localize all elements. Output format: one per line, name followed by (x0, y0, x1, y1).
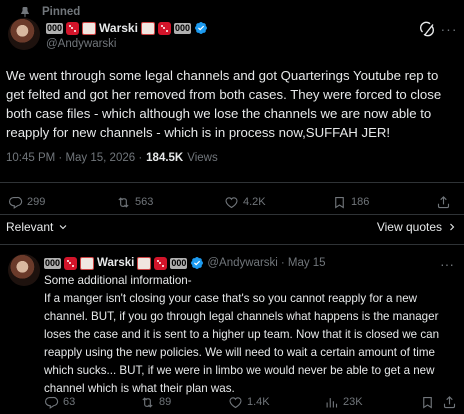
reply-like-count: 1.4K (247, 396, 270, 408)
divider (0, 182, 464, 183)
chevron-down-icon (59, 225, 67, 230)
reply-author-row: 000 Warski 000 @Andywarski · May 15 (44, 256, 326, 270)
reply-more-options-icon[interactable]: ··· (440, 256, 454, 272)
sort-label: Relevant (6, 220, 54, 234)
number-badge-emoji: 000 (46, 22, 64, 34)
box-emoji-icon (80, 256, 95, 270)
author-handle[interactable]: @Andywarski (46, 38, 116, 50)
pinned-label: Pinned (42, 6, 81, 18)
verified-badge-icon (194, 22, 207, 34)
repost-icon (142, 396, 153, 408)
tweet-meta: 10:45 PM · May 15, 2026 · 184.5K Views (6, 152, 218, 164)
bookmark-icon (335, 196, 344, 209)
number-badge-emoji: 000 (170, 257, 188, 269)
heart-icon (225, 196, 238, 208)
reply-text-line: If a manger isn't closing your case that… (44, 292, 440, 395)
number-badge-emoji: 000 (44, 257, 62, 269)
bookmark-button[interactable]: 186 (332, 195, 369, 210)
avatar[interactable] (8, 18, 40, 50)
verified-badge-icon (191, 257, 204, 269)
number-badge-emoji: 000 (173, 22, 191, 34)
repost-button[interactable]: 563 (116, 195, 153, 210)
dice-emoji-icon (64, 256, 78, 270)
dice-emoji-icon (157, 21, 171, 35)
bookmark-icon (423, 396, 432, 409)
view-quotes-link[interactable]: View quotes (377, 220, 458, 234)
author-name-row[interactable]: 000 Warski 000 (46, 21, 208, 35)
reply-reply-count: 63 (63, 396, 76, 408)
reply-handle[interactable]: @Andywarski (207, 257, 277, 269)
views-count: 184.5K (146, 152, 184, 164)
reply-repost-button[interactable]: 89 (140, 395, 171, 410)
divider (0, 244, 464, 245)
reply-icon (45, 396, 59, 409)
repost-icon (118, 196, 129, 208)
bookmark-count: 186 (351, 196, 370, 208)
dice-emoji-icon (154, 256, 168, 270)
pin-icon (12, 6, 38, 18)
replies-control-row: Relevant View quotes (6, 220, 458, 234)
dice-emoji-icon (66, 21, 80, 35)
reply-display-name[interactable]: Warski (97, 257, 134, 269)
reply-repost-count: 89 (159, 396, 172, 408)
reply-date[interactable]: · May 15 (281, 257, 326, 269)
box-emoji-icon (140, 21, 155, 35)
reply-bookmark-button[interactable] (420, 395, 435, 410)
reply-text: Some additional information- If a manger… (44, 272, 458, 398)
tweet-text: We went through some legal channels and … (6, 68, 442, 140)
share-icon (443, 395, 456, 408)
views-label: Views (187, 152, 218, 164)
tweet-timestamp[interactable]: 10:45 PM · May 15, 2026 · (6, 152, 142, 164)
reply-share-button[interactable] (442, 395, 457, 410)
reply-action-bar: 63 89 1.4K 23K (0, 392, 464, 412)
grok-icon[interactable] (418, 20, 436, 38)
divider (0, 214, 464, 215)
share-button[interactable] (436, 195, 451, 210)
heart-icon (229, 396, 242, 408)
chevron-right-icon (450, 223, 455, 231)
reply-text-line: Some additional information- (44, 274, 192, 287)
like-button[interactable]: 4.2K (224, 195, 266, 210)
reply-button[interactable]: 299 (8, 195, 45, 210)
share-icon (437, 195, 450, 208)
views-chart-icon (326, 397, 338, 407)
reply-views-button[interactable]: 23K (324, 395, 363, 410)
view-quotes-label: View quotes (376, 220, 442, 234)
reply-like-button[interactable]: 1.4K (228, 395, 270, 410)
reply-avatar[interactable] (8, 254, 40, 286)
box-emoji-icon (137, 256, 152, 270)
display-name[interactable]: Warski (99, 21, 138, 35)
reply-reply-button[interactable]: 63 (44, 395, 75, 410)
reply-views-count: 23K (343, 396, 363, 408)
like-count: 4.2K (243, 196, 266, 208)
sort-relevant-dropdown[interactable]: Relevant (6, 220, 69, 234)
reply-count: 299 (27, 196, 46, 208)
more-options-icon[interactable]: ··· (440, 20, 458, 38)
repost-count: 563 (135, 196, 154, 208)
reply-icon (9, 196, 23, 209)
tweet-action-bar: 299 563 4.2K 186 (0, 192, 464, 212)
box-emoji-icon (82, 21, 97, 35)
